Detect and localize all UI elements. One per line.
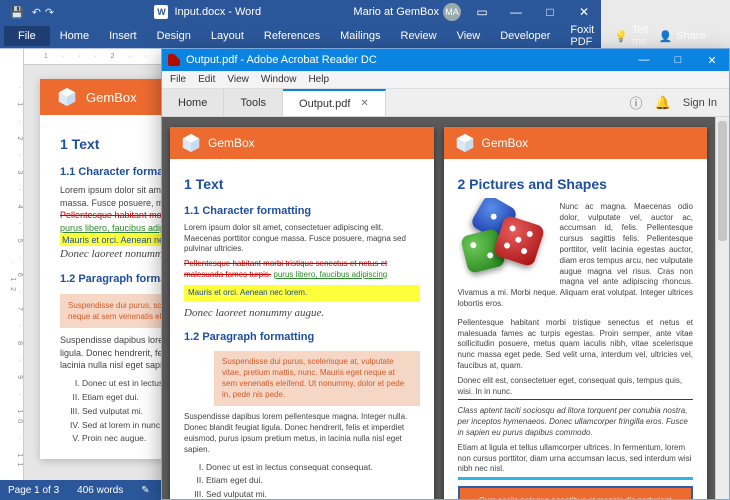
red-underline-text: Donec elit est, consectetuer eget, conse… bbox=[458, 376, 694, 401]
dice-image bbox=[458, 198, 554, 280]
bulb-icon: 💡 bbox=[614, 30, 628, 43]
ribbon-opts-icon[interactable]: ▭ bbox=[465, 1, 499, 23]
brand-name: GemBox bbox=[208, 136, 255, 150]
tab-references[interactable]: References bbox=[254, 26, 330, 46]
acrobat-menubar: File Edit View Window Help bbox=[162, 71, 729, 89]
menu-help[interactable]: Help bbox=[308, 74, 329, 85]
tab-home[interactable]: Home bbox=[50, 26, 99, 46]
share-icon: 👤 bbox=[658, 30, 672, 43]
word-ribbon: File Home Insert Design Layout Reference… bbox=[0, 24, 601, 48]
highlight-text: Mauris et orci. Aenean nec lorem. bbox=[184, 285, 420, 302]
heading-charfmt: 1.1 Character formatting bbox=[184, 204, 420, 219]
share-label: Share bbox=[676, 30, 705, 42]
tab-document[interactable]: Output.pdf ✕ bbox=[283, 89, 386, 116]
acrobat-titlebar[interactable]: Output.pdf - Adobe Acrobat Reader DC — □… bbox=[162, 49, 729, 71]
gembox-logo-icon bbox=[56, 86, 78, 108]
tab-home[interactable]: Home bbox=[162, 89, 224, 116]
menu-view[interactable]: View bbox=[227, 74, 249, 85]
menu-file[interactable]: File bbox=[170, 74, 186, 85]
redo-icon[interactable]: ↷ bbox=[45, 6, 54, 19]
script-text: Donec laoreet nonummy augue. bbox=[184, 306, 420, 321]
maximize-icon[interactable]: □ bbox=[661, 49, 695, 71]
word-titlebar: 💾 ↶ ↷ W Input.docx - Word Mario at GemBo… bbox=[0, 0, 601, 24]
tab-insert[interactable]: Insert bbox=[99, 26, 147, 46]
pdf-icon bbox=[168, 54, 180, 66]
tab-review[interactable]: Review bbox=[391, 26, 447, 46]
minimize-icon[interactable]: — bbox=[499, 1, 533, 23]
menu-edit[interactable]: Edit bbox=[198, 74, 215, 85]
word-title: Input.docx - Word bbox=[174, 6, 261, 18]
status-page[interactable]: Page 1 of 3 bbox=[8, 485, 59, 496]
help-icon[interactable]: ⓘ bbox=[630, 93, 643, 112]
tab-layout[interactable]: Layout bbox=[201, 26, 254, 46]
tab-document-label: Output.pdf bbox=[299, 98, 350, 110]
menu-window[interactable]: Window bbox=[261, 74, 297, 85]
underline-text: purus libero, faucibus adipiscing bbox=[273, 270, 387, 279]
share-button[interactable]: 👤 Share bbox=[658, 30, 715, 43]
word-user-name[interactable]: Mario at GemBox bbox=[353, 6, 439, 18]
acrobat-window: Output.pdf - Adobe Acrobat Reader DC — □… bbox=[161, 48, 730, 500]
heading-text: 1 Text bbox=[184, 175, 420, 194]
orange-callout: Cum sociis natoque penatibus et magnis d… bbox=[458, 486, 694, 499]
spellcheck-icon[interactable]: ✎ bbox=[141, 485, 149, 496]
acrobat-content: GemBox 1 Text 1.1 Character formatting L… bbox=[162, 117, 729, 499]
heading-parafmt: 1.2 Paragraph formatting bbox=[184, 330, 420, 345]
tab-tools[interactable]: Tools bbox=[224, 89, 283, 116]
gembox-logo-icon bbox=[180, 132, 202, 154]
scrollbar-thumb[interactable] bbox=[718, 121, 727, 241]
blue-underline-text: Etiam at ligula et tellus ullamcorper ul… bbox=[458, 443, 694, 480]
acrobat-title: Output.pdf - Adobe Acrobat Reader DC bbox=[186, 54, 377, 66]
pdf-page-area[interactable]: GemBox 1 Text 1.1 Character formatting L… bbox=[162, 117, 715, 499]
word-doc-icon: W bbox=[154, 5, 168, 19]
gembox-logo-icon bbox=[454, 132, 476, 154]
pdf-body: 1 Text 1.1 Character formatting Lorem ip… bbox=[170, 159, 434, 499]
roman-list: Donec ut est in lectus consequat consequ… bbox=[206, 462, 420, 499]
undo-icon[interactable]: ↶ bbox=[32, 6, 41, 19]
tab-file[interactable]: File bbox=[4, 26, 50, 46]
ruler-vertical[interactable]: · 1 · 2 · 3 · 4 · 5 · 6 · 7 · 8 · 9 · 10… bbox=[0, 49, 24, 480]
save-icon[interactable]: 💾 bbox=[10, 6, 24, 19]
brand-name: GemBox bbox=[86, 90, 137, 105]
bell-icon[interactable]: 🔔 bbox=[655, 95, 671, 111]
italic-para: Class aptent taciti sociosqu ad litora t… bbox=[458, 406, 694, 438]
user-avatar[interactable]: MA bbox=[443, 3, 461, 21]
minimize-icon[interactable]: — bbox=[627, 49, 661, 71]
acrobat-tabbar: Home Tools Output.pdf ✕ ⓘ 🔔 Sign In bbox=[162, 89, 729, 117]
heading-pictures: 2 Pictures and Shapes bbox=[458, 175, 694, 194]
tab-developer[interactable]: Developer bbox=[490, 26, 560, 46]
shaded-paragraph: Suspendisse dui purus, scelerisque at, v… bbox=[214, 351, 420, 406]
tab-view[interactable]: View bbox=[447, 26, 491, 46]
para-2: Pellentesque habitant morbi tristique se… bbox=[458, 318, 694, 372]
close-icon[interactable]: ✕ bbox=[695, 49, 729, 71]
brand-name: GemBox bbox=[482, 136, 529, 150]
pdf-body: 2 Pictures and Shapes Nunc ac magna. Mae… bbox=[444, 159, 708, 499]
brand-bar: GemBox bbox=[170, 127, 434, 159]
list-item: Etiam eget dui. bbox=[206, 475, 420, 486]
tab-mailings[interactable]: Mailings bbox=[330, 26, 390, 46]
para-intro: Lorem ipsum dolor sit amet, consectetuer… bbox=[184, 223, 420, 255]
pdf-page-1: GemBox 1 Text 1.1 Character formatting L… bbox=[170, 127, 434, 499]
pdf-page-2: GemBox 2 Pictures and Shapes Nunc ac mag… bbox=[444, 127, 708, 499]
signin-button[interactable]: Sign In bbox=[683, 97, 717, 109]
tab-design[interactable]: Design bbox=[147, 26, 201, 46]
brand-bar: GemBox bbox=[444, 127, 708, 159]
list-item: Sed vulputat mi. bbox=[206, 489, 420, 499]
para-body: Suspendisse dapibus lorem pellentesque m… bbox=[184, 412, 420, 455]
list-item: Donec ut est in lectus consequat consequ… bbox=[206, 462, 420, 473]
vertical-scrollbar[interactable] bbox=[715, 117, 729, 499]
status-words[interactable]: 406 words bbox=[77, 485, 123, 496]
tellme-label: Tell me bbox=[632, 24, 649, 48]
tab-close-icon[interactable]: ✕ bbox=[360, 98, 368, 109]
